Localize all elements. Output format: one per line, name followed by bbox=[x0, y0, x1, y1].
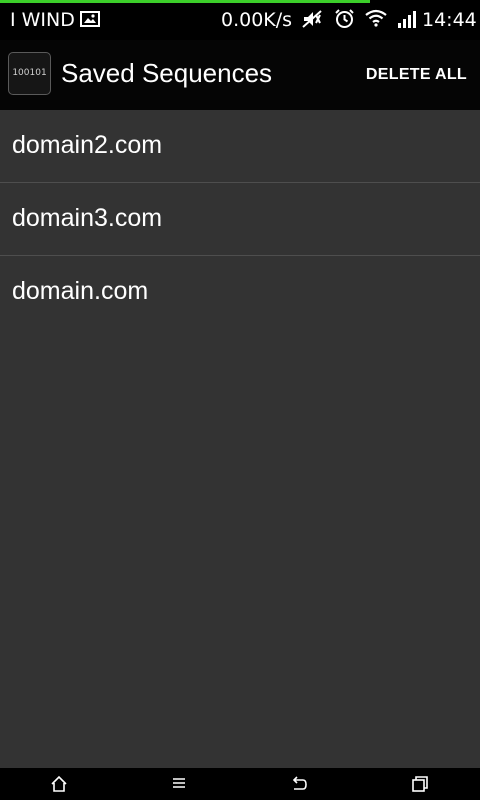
navigation-bar bbox=[0, 768, 480, 800]
list-item[interactable]: domain3.com bbox=[0, 183, 480, 256]
carrier-name: I WIND bbox=[10, 9, 75, 31]
app-icon[interactable]: 100101 bbox=[8, 52, 51, 95]
signal-icon bbox=[397, 10, 417, 32]
delete-all-button[interactable]: DELETE ALL bbox=[354, 40, 480, 110]
page-title: Saved Sequences bbox=[61, 58, 273, 88]
alarm-icon bbox=[334, 8, 355, 33]
image-icon bbox=[80, 11, 100, 31]
recent-apps-icon bbox=[412, 776, 428, 792]
menu-icon bbox=[173, 778, 185, 788]
list-item[interactable]: domain.com bbox=[0, 256, 480, 329]
wifi-icon bbox=[365, 9, 387, 31]
home-button[interactable] bbox=[0, 768, 120, 800]
back-button[interactable] bbox=[240, 768, 360, 800]
recent-apps-button[interactable] bbox=[360, 768, 480, 800]
back-icon bbox=[292, 776, 307, 790]
network-speed: 0.00K/s bbox=[221, 9, 293, 31]
action-bar: 100101 Saved Sequences DELETE ALL bbox=[0, 40, 480, 110]
menu-button[interactable] bbox=[120, 768, 240, 800]
list-item-label: domain2.com bbox=[12, 131, 163, 159]
list-item-label: domain3.com bbox=[12, 204, 163, 232]
saved-sequences-list: domain2.com domain3.com domain.com bbox=[0, 110, 480, 329]
home-icon bbox=[51, 775, 67, 792]
screen: I WIND 0.00K/s 14:44 100101 Saved Sequen… bbox=[0, 0, 480, 800]
clock: 14:44 bbox=[422, 9, 477, 31]
list-item-label: domain.com bbox=[12, 277, 149, 305]
list-item[interactable]: domain2.com bbox=[0, 110, 480, 183]
status-bar: I WIND 0.00K/s 14:44 bbox=[0, 0, 480, 40]
download-progress-bar bbox=[0, 0, 370, 3]
muted-icon bbox=[301, 9, 323, 33]
